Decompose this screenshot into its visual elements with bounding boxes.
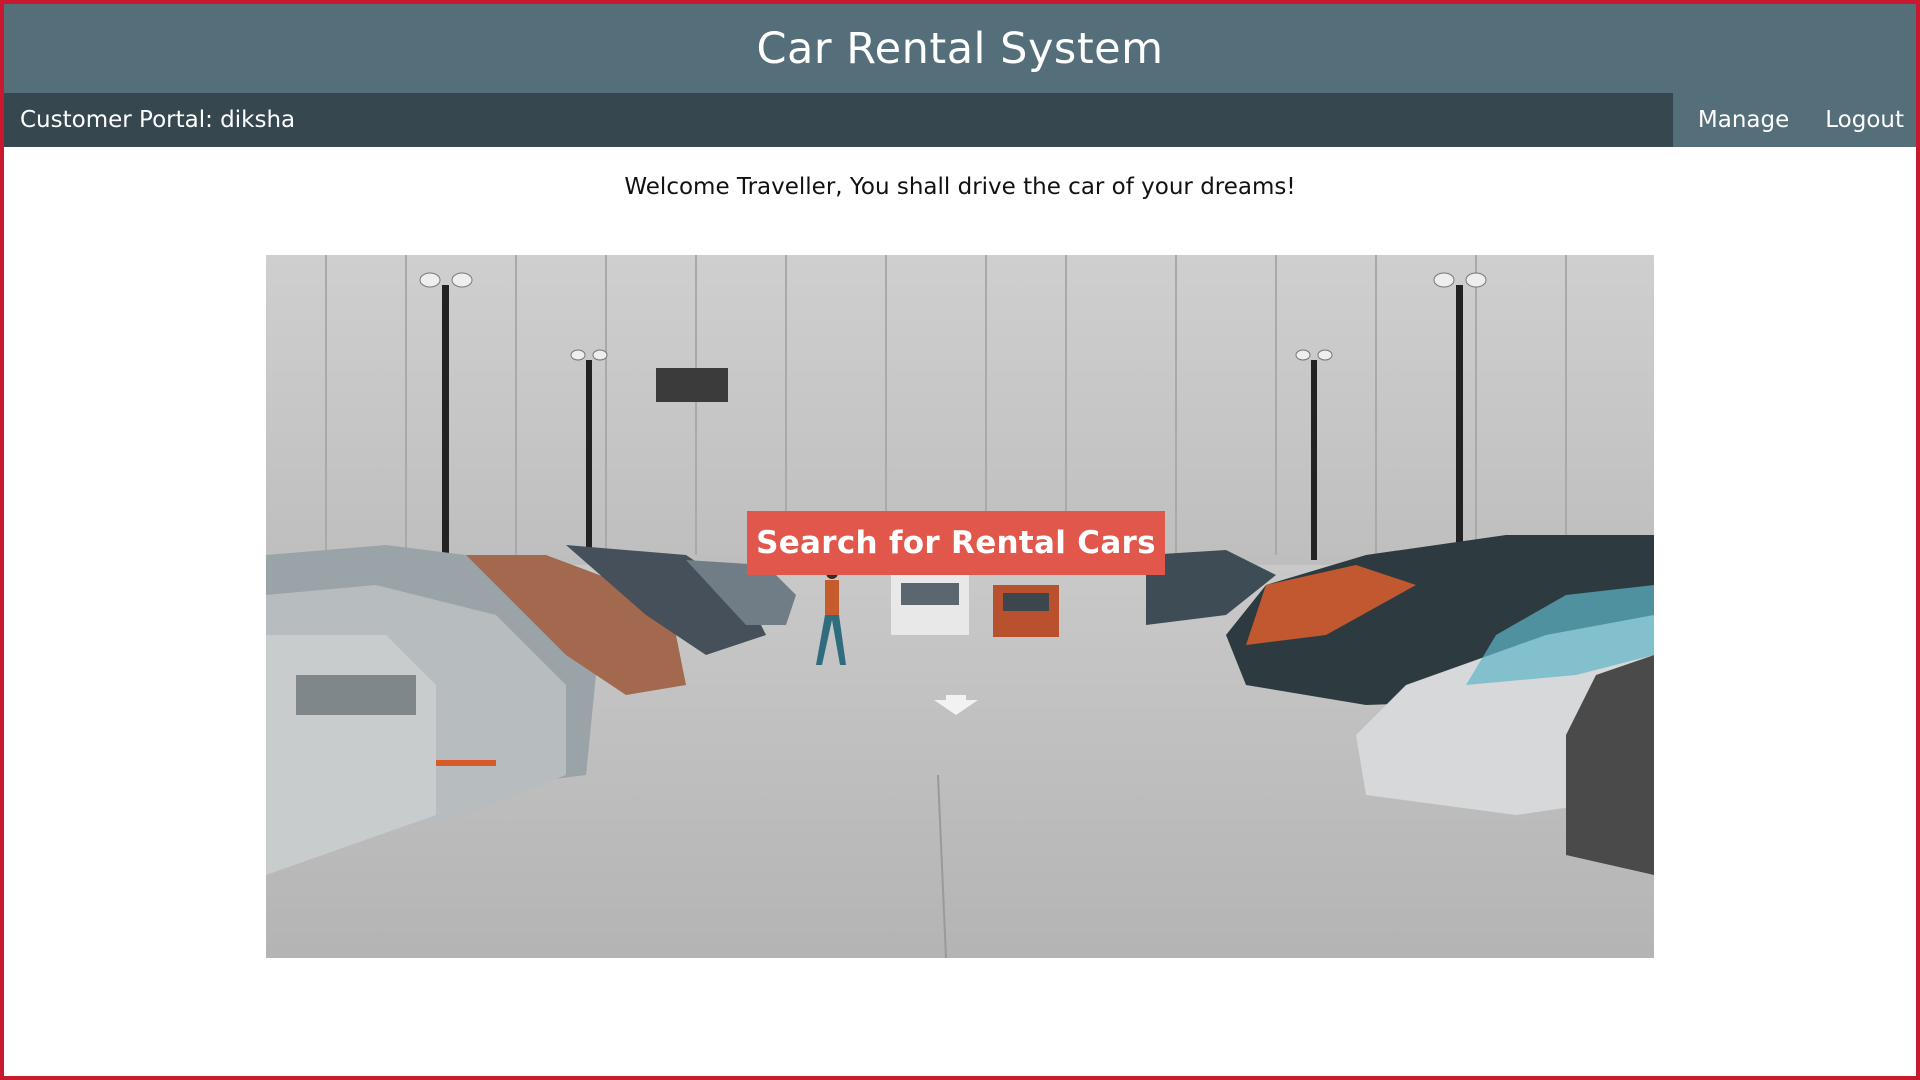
navbar: Customer Portal: diksha Manage Logout — [4, 93, 1916, 147]
app-title: Car Rental System — [756, 23, 1164, 74]
parking-lot-illustration — [266, 255, 1654, 958]
app-frame: Car Rental System Customer Portal: diksh… — [0, 0, 1920, 1080]
logout-link[interactable]: Logout — [1805, 93, 1916, 147]
app-header: Car Rental System — [4, 4, 1916, 93]
portal-label: Customer Portal: diksha — [20, 107, 296, 133]
manage-link[interactable]: Manage — [1678, 93, 1805, 147]
hero-image: Search for Rental Cars — [266, 255, 1654, 958]
welcome-message: Welcome Traveller, You shall drive the c… — [624, 174, 1296, 200]
search-rental-cars-button[interactable]: Search for Rental Cars — [747, 511, 1165, 575]
nav-links: Manage Logout — [1673, 93, 1916, 147]
